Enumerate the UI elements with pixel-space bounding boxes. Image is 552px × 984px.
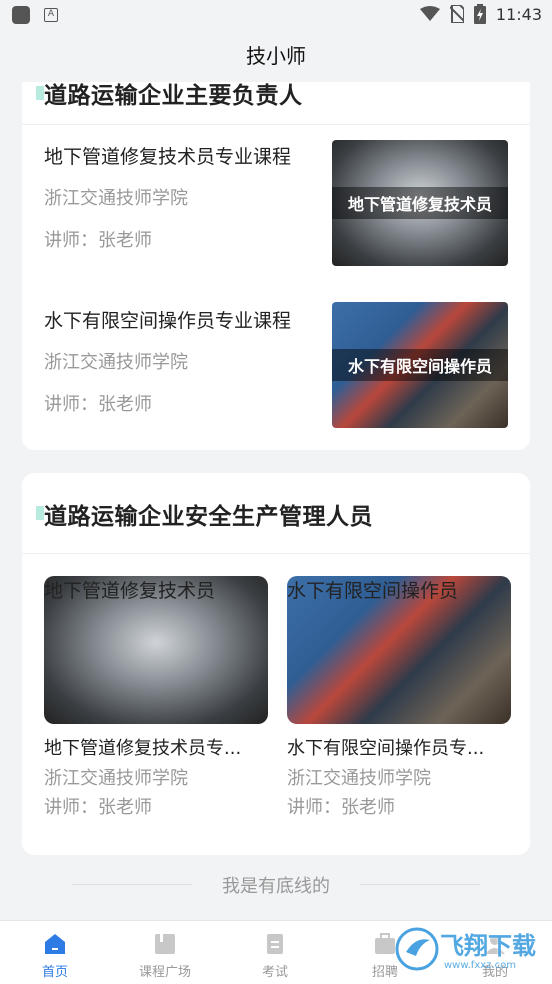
course-title: 地下管道修复技术员专业课程: [44, 146, 292, 168]
thumbnail-caption: 地下管道修复技术员: [332, 187, 508, 219]
content-scroll-area[interactable]: 道路运输企业主要负责人 地下管道修复技术员专业课程 浙江交通技师学院 讲师：张老…: [0, 82, 552, 920]
course-teacher: 讲师：张老师: [287, 797, 395, 818]
course-list-item[interactable]: 水下有限空间操作员专业课程 浙江交通技师学院 讲师：张老师 水下有限空间操作员: [22, 302, 530, 434]
course-teacher: 讲师：张老师: [44, 394, 152, 415]
watermark-url: www.fxxz.com: [444, 960, 516, 971]
divider: [22, 124, 530, 125]
watermark-text: 飞翔下载: [440, 932, 536, 960]
course-thumbnail: 水下有限空间操作员: [287, 576, 511, 724]
app-header: 技小师: [0, 30, 552, 82]
end-of-list-text: 我是有底线的: [222, 876, 330, 897]
no-sim-icon: [449, 5, 464, 23]
page-title: 技小师: [246, 44, 306, 68]
notification-a-icon: A: [44, 8, 58, 22]
course-school: 浙江交通技师学院: [287, 768, 431, 789]
divider-line-right: [360, 884, 480, 885]
course-title: 水下有限空间操作员专业课程: [44, 310, 292, 332]
section-header: 道路运输企业安全生产管理人员: [22, 473, 530, 553]
tab-home[interactable]: 首页: [0, 921, 110, 984]
divider-line-left: [72, 884, 192, 885]
thumbnail-caption: 水下有限空间操作员: [287, 580, 459, 602]
watermark-logo: 飞翔下载 www.fxxz.com: [394, 922, 544, 980]
tab-label: 首页: [41, 965, 68, 980]
book-icon: [155, 934, 175, 954]
course-school: 浙江交通技师学院: [44, 768, 188, 789]
thumbnail-caption: 水下有限空间操作员: [332, 349, 508, 381]
section-title-accent: [36, 86, 44, 100]
battery-charging-icon: [473, 4, 486, 24]
watermark-wing-icon: [395, 927, 439, 971]
section-title: 道路运输企业主要负责人: [44, 83, 303, 109]
course-section-card-1: 道路运输企业主要负责人 地下管道修复技术员专业课程 浙江交通技师学院 讲师：张老…: [22, 82, 530, 450]
course-school: 浙江交通技师学院: [44, 188, 188, 209]
status-bar: A 11:43: [0, 0, 552, 30]
course-teacher: 讲师：张老师: [44, 797, 152, 818]
notification-app-icon: [12, 6, 30, 24]
course-title: 水下有限空间操作员专...: [287, 738, 485, 759]
tab-exam[interactable]: 考试: [220, 921, 330, 984]
divider: [22, 553, 530, 554]
course-thumbnail: 水下有限空间操作员: [332, 302, 508, 428]
course-section-card-2: 道路运输企业安全生产管理人员 地下管道修复技术员 地下管道修复技术员专... 浙…: [22, 473, 530, 855]
course-thumbnail: 地下管道修复技术员: [332, 140, 508, 266]
course-school: 浙江交通技师学院: [44, 352, 188, 373]
wifi-icon: [419, 6, 440, 21]
section-header: 道路运输企业主要负责人: [22, 82, 530, 124]
end-of-list-note: 我是有底线的: [0, 872, 552, 898]
thumbnail-caption: 地下管道修复技术员: [44, 580, 216, 602]
course-list-item[interactable]: 地下管道修复技术员专业课程 浙江交通技师学院 讲师：张老师 地下管道修复技术员: [22, 140, 530, 270]
course-teacher: 讲师：张老师: [44, 230, 152, 251]
course-thumbnail: 地下管道修复技术员: [44, 576, 268, 724]
document-icon: [267, 934, 283, 954]
home-icon: [45, 934, 65, 954]
briefcase-icon: [375, 933, 395, 954]
section-title-accent: [36, 506, 44, 520]
tab-label: 课程广场: [138, 965, 191, 980]
course-title: 地下管道修复技术员专...: [44, 738, 242, 759]
status-time: 11:43: [495, 4, 542, 24]
tab-label: 考试: [261, 965, 288, 980]
section-title: 道路运输企业安全生产管理人员: [44, 504, 373, 530]
tab-course-plaza[interactable]: 课程广场: [110, 921, 220, 984]
